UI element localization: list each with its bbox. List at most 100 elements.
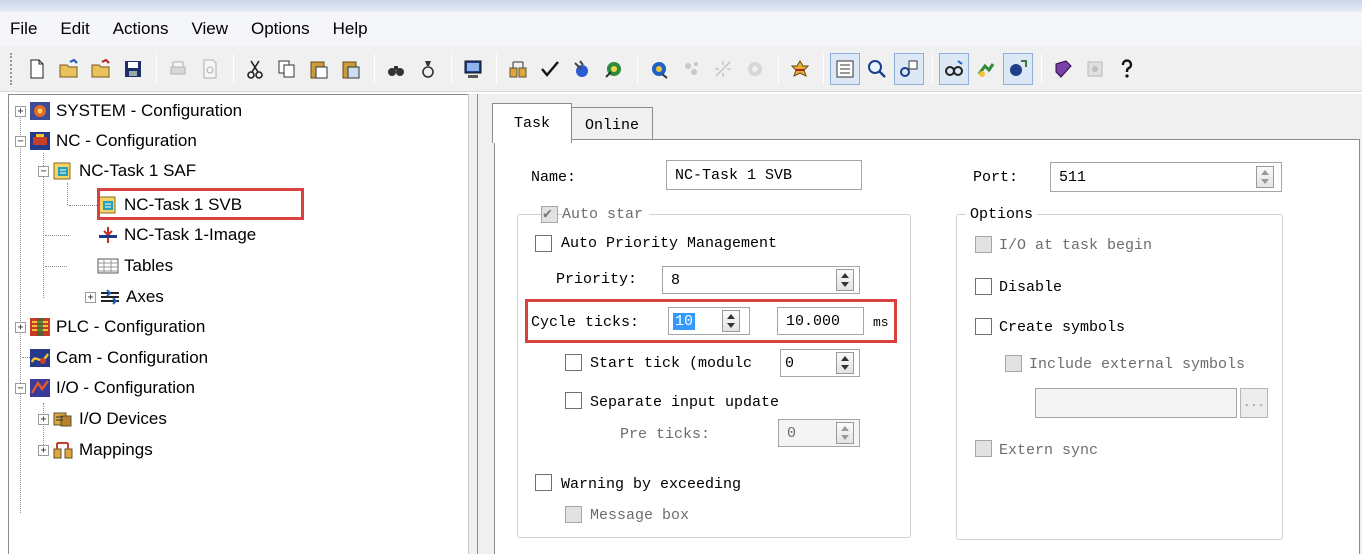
tree-item-io-configuration[interactable]: − I/O - Configuration bbox=[15, 374, 195, 402]
tree-item-cam-configuration[interactable]: Cam - Configuration bbox=[29, 344, 208, 372]
port-input[interactable]: 511 bbox=[1050, 162, 1282, 192]
browse-button[interactable]: ... bbox=[1240, 388, 1268, 418]
menu-help[interactable]: Help bbox=[331, 14, 370, 44]
toolbar bbox=[0, 46, 1362, 92]
collapse-toggle[interactable]: − bbox=[38, 165, 49, 177]
watch-icon[interactable] bbox=[971, 53, 1001, 85]
expand-toggle[interactable]: + bbox=[15, 321, 26, 333]
include-external-checkbox[interactable] bbox=[1005, 355, 1022, 372]
expand-toggle[interactable]: + bbox=[85, 291, 96, 303]
activate-config-icon[interactable] bbox=[458, 53, 488, 85]
print-preview-icon[interactable] bbox=[195, 53, 225, 85]
io-task-begin-checkbox[interactable] bbox=[975, 236, 992, 253]
tree-item-label: I/O - Configuration bbox=[56, 378, 195, 397]
external-symbols-input[interactable] bbox=[1035, 388, 1237, 418]
config-mode-icon[interactable] bbox=[676, 53, 706, 85]
menu-view[interactable]: View bbox=[189, 14, 230, 44]
priority-input[interactable]: 8 bbox=[662, 266, 860, 294]
toolbar-separator bbox=[374, 53, 375, 84]
message-box-checkbox[interactable] bbox=[565, 506, 582, 523]
settings-icon[interactable] bbox=[1048, 53, 1078, 85]
help-topics-icon[interactable] bbox=[1003, 52, 1033, 85]
cycle-ticks-highlight bbox=[525, 299, 897, 343]
menu-edit[interactable]: Edit bbox=[58, 14, 91, 44]
separate-input-checkbox[interactable] bbox=[565, 392, 582, 409]
tree-item-nc-task-saf[interactable]: − NC-Task 1 SAF bbox=[38, 157, 196, 185]
menu-bar: File Edit Actions View Options Help bbox=[0, 12, 1362, 46]
name-input[interactable]: NC-Task 1 SVB bbox=[666, 160, 862, 190]
zoom-icon[interactable] bbox=[862, 53, 892, 85]
tree-item-axes[interactable]: + Axes bbox=[85, 283, 164, 311]
paste-icon[interactable] bbox=[304, 53, 334, 85]
tree-item-label: I/O Devices bbox=[79, 409, 167, 428]
copy-icon[interactable] bbox=[272, 53, 302, 85]
expand-toggle[interactable]: + bbox=[15, 105, 26, 117]
find-icon[interactable] bbox=[381, 53, 411, 85]
disable-checkbox[interactable] bbox=[975, 278, 992, 295]
extern-sync-checkbox[interactable] bbox=[975, 440, 992, 457]
run-mode-icon[interactable] bbox=[644, 53, 674, 85]
tree-connector bbox=[67, 183, 68, 205]
cut-icon[interactable] bbox=[240, 53, 270, 85]
options-group bbox=[956, 214, 1283, 540]
open-folder-icon[interactable] bbox=[54, 53, 84, 85]
name-label: Name: bbox=[531, 169, 577, 186]
scan-devices-icon[interactable] bbox=[740, 53, 770, 85]
generate-mappings-icon[interactable] bbox=[503, 53, 533, 85]
priority-label: Priority: bbox=[556, 271, 638, 288]
menu-actions[interactable]: Actions bbox=[111, 14, 171, 44]
collapse-toggle[interactable]: − bbox=[15, 135, 26, 147]
expand-toggle[interactable]: + bbox=[38, 413, 49, 425]
tree-item-nc-configuration[interactable]: − NC - Configuration bbox=[15, 127, 197, 155]
set-config-icon[interactable] bbox=[785, 53, 815, 85]
check-config-icon[interactable] bbox=[535, 53, 565, 85]
tree-item-plc-configuration[interactable]: + PLC - Configuration bbox=[15, 313, 205, 341]
new-file-icon[interactable] bbox=[22, 53, 52, 85]
tree-item-system-configuration[interactable]: + SYSTEM - Configuration bbox=[15, 97, 242, 125]
show-tree-icon[interactable] bbox=[830, 52, 860, 85]
collapse-toggle[interactable]: − bbox=[15, 382, 26, 394]
toolbar-grip[interactable] bbox=[10, 52, 14, 85]
expand-toggle[interactable]: + bbox=[38, 444, 49, 456]
open-folder-icon[interactable] bbox=[86, 53, 116, 85]
warning-exceeding-checkbox[interactable] bbox=[535, 474, 552, 491]
warning-exceeding-label: Warning by exceeding bbox=[561, 476, 742, 493]
menu-file[interactable]: File bbox=[8, 14, 39, 44]
find-next-icon[interactable] bbox=[413, 53, 443, 85]
tree-item-tables[interactable]: Tables bbox=[97, 252, 173, 280]
menu-options[interactable]: Options bbox=[249, 14, 312, 44]
tree-item-label: PLC - Configuration bbox=[56, 317, 206, 336]
priority-spinner[interactable] bbox=[836, 269, 854, 291]
tree-item-label: Tables bbox=[124, 256, 174, 275]
auto-start-label: Auto star bbox=[562, 205, 650, 225]
tree-item-mappings[interactable]: + Mappings bbox=[38, 436, 153, 464]
reload-devices-icon[interactable] bbox=[708, 53, 738, 85]
auto-priority-checkbox[interactable] bbox=[535, 235, 552, 252]
auto-start-checkbox[interactable] bbox=[541, 204, 558, 223]
build-icon[interactable] bbox=[567, 53, 597, 85]
paste-special-icon[interactable] bbox=[336, 53, 366, 85]
search-devices-icon[interactable] bbox=[894, 52, 924, 85]
tab-task[interactable]: Task bbox=[492, 103, 572, 143]
start-tick-checkbox[interactable] bbox=[565, 354, 582, 371]
create-symbols-checkbox[interactable] bbox=[975, 318, 992, 335]
pane-splitter[interactable] bbox=[468, 94, 478, 554]
tree-item-io-devices[interactable]: + I/O Devices bbox=[38, 405, 167, 433]
target-system-icon[interactable] bbox=[599, 53, 629, 85]
print-icon[interactable] bbox=[163, 53, 193, 85]
mappings-icon bbox=[53, 442, 73, 459]
about-icon[interactable] bbox=[1080, 53, 1110, 85]
start-tick-spinner[interactable] bbox=[836, 352, 854, 374]
tree-item-nc-task-image[interactable]: NC-Task 1-Image bbox=[97, 221, 256, 249]
help-icon[interactable] bbox=[1112, 53, 1142, 85]
port-label: Port: bbox=[973, 169, 1019, 186]
online-icon[interactable] bbox=[939, 52, 969, 85]
pre-ticks-spinner[interactable] bbox=[836, 422, 854, 444]
start-tick-label: Start tick (modulc bbox=[590, 355, 753, 372]
include-external-label: Include external symbols bbox=[1029, 356, 1246, 373]
save-icon[interactable] bbox=[118, 53, 148, 85]
system-icon bbox=[30, 102, 50, 120]
axes-icon bbox=[101, 289, 119, 305]
port-spinner[interactable] bbox=[1256, 166, 1274, 188]
tab-online[interactable]: Online bbox=[571, 107, 653, 143]
